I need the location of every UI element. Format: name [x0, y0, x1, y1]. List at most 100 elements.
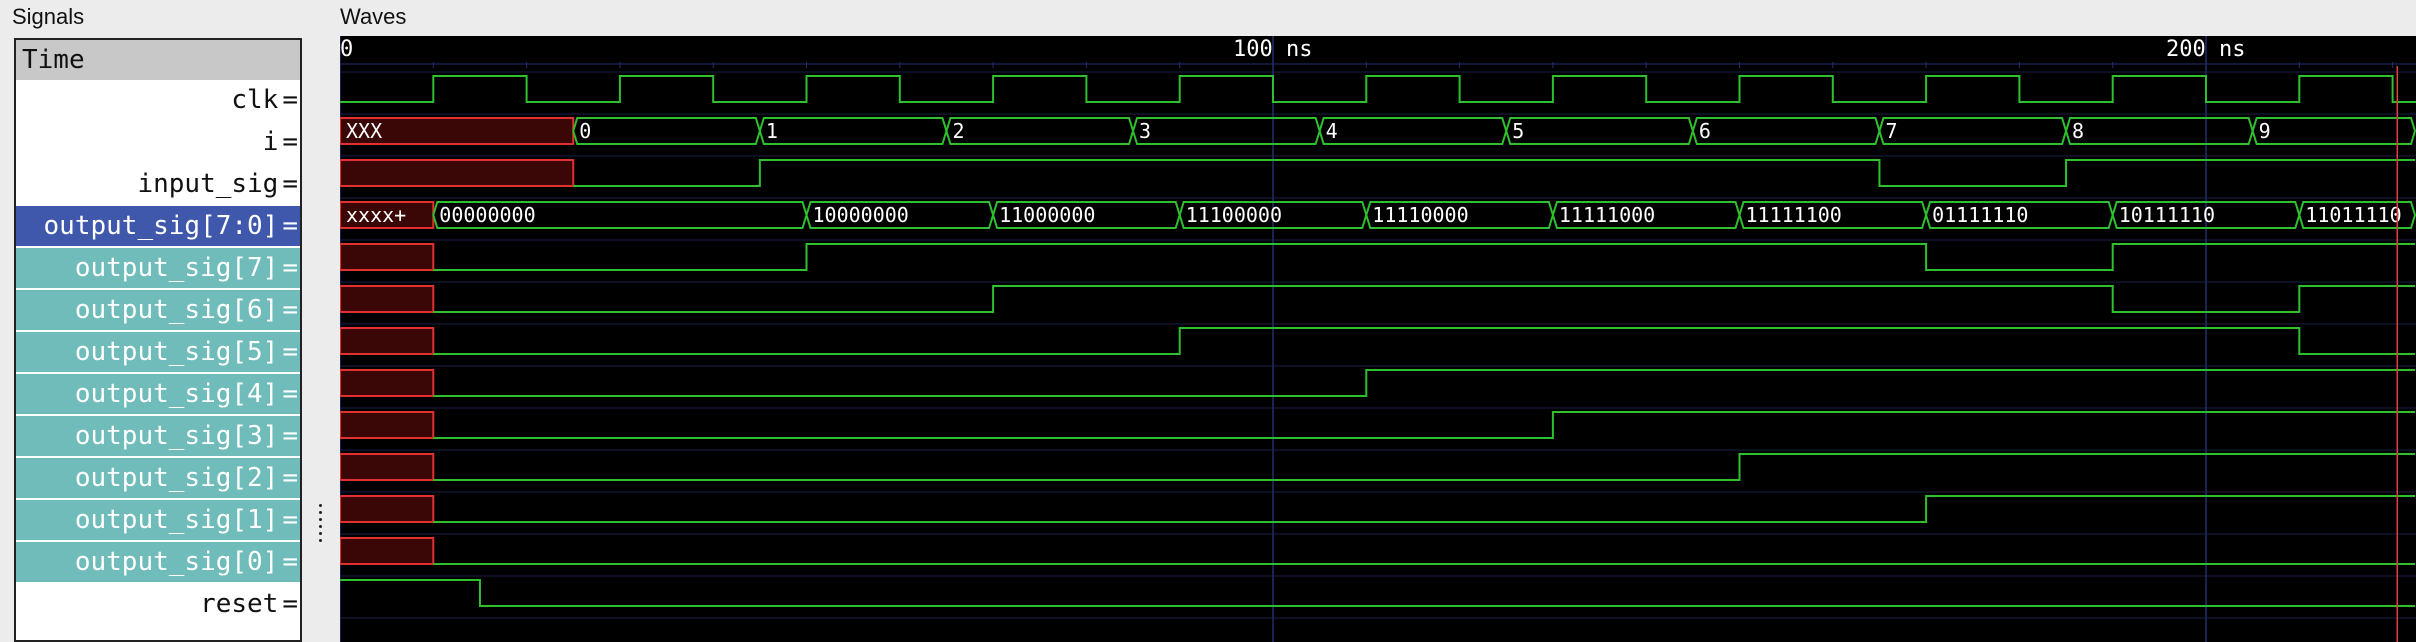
i-wave-segment — [1878, 117, 2068, 145]
signal-label: reset — [200, 589, 279, 619]
signal-label: clk — [231, 85, 279, 115]
signal-row-clk[interactable]: clk = — [16, 80, 300, 120]
i-wave-value-label: 5 — [1512, 119, 1524, 143]
i-wave-value-label: 3 — [1139, 119, 1151, 143]
unknown-value-block — [340, 285, 435, 313]
output-bus-wave-value-label: 10000000 — [813, 203, 909, 227]
equals-sign: = — [282, 463, 298, 493]
wave-svg: 0 100 ns 200 ns XXX 0 1 2 3 4 5 6 7 8 9 xxxx+ 00000000 1… — [340, 36, 2416, 642]
output-bus-wave-value-label: 11111100 — [1746, 203, 1842, 227]
equals-sign: = — [282, 505, 298, 535]
i-wave-segment — [758, 117, 948, 145]
output-bus-wave-value-label: 11111000 — [1559, 203, 1655, 227]
i-wave-segment — [1505, 117, 1694, 145]
signal-label: output_sig[4] — [74, 379, 279, 409]
unknown-value-block — [340, 495, 435, 523]
signal-label: input_sig — [137, 169, 279, 199]
signal-row-output-sig-1[interactable]: output_sig[1] = — [16, 500, 300, 540]
signal-row-output-sig-6[interactable]: output_sig[6] = — [16, 290, 300, 330]
time-tick-label: 200 ns — [2166, 37, 2245, 62]
equals-sign: = — [282, 211, 298, 241]
equals-sign: = — [282, 337, 298, 367]
equals-sign: = — [282, 85, 298, 115]
i-wave-segment — [572, 117, 761, 145]
unknown-value-block — [340, 159, 575, 187]
signal-label: output_sig[7:0] — [43, 211, 279, 241]
i-wave-value-label: 2 — [952, 119, 964, 143]
signal-row-output-sig-2[interactable]: output_sig[2] = — [16, 458, 300, 498]
equals-sign: = — [282, 379, 298, 409]
i-wave-segment — [1691, 117, 1881, 145]
i-wave-segment — [2251, 117, 2416, 145]
pane-splitter-handle[interactable] — [316, 500, 324, 580]
signal-label: output_sig[1] — [74, 505, 279, 535]
waves-pane-title: Waves — [340, 4, 407, 29]
reset-wave — [340, 579, 2415, 607]
time-tick-label: 100 ns — [1233, 37, 1312, 62]
output-bus-wave-value-label: 11110000 — [1372, 203, 1468, 227]
equals-sign: = — [282, 169, 298, 199]
gtkwave-window: Signals Waves Time clk = i = input_sig = ou… — [0, 0, 2416, 642]
output-bus-wave-value-label: xxxx+ — [346, 203, 406, 227]
i-wave-segment — [1318, 117, 1508, 145]
equals-sign: = — [282, 295, 298, 325]
equals-sign: = — [282, 421, 298, 451]
signal-label: output_sig[0] — [74, 547, 279, 577]
equals-sign: = — [282, 547, 298, 577]
i-wave-value-label: 6 — [1699, 119, 1711, 143]
signals-pane-title: Signals — [12, 4, 85, 29]
output-bus-wave-value-label: 11100000 — [1186, 203, 1282, 227]
unknown-value-block — [340, 411, 435, 439]
signal-row-output-sig-0[interactable]: output_sig[0] = — [16, 542, 300, 582]
output-sig-6-wave — [433, 285, 2415, 313]
i-wave-value-label: 7 — [1885, 119, 1897, 143]
output-sig-3-wave — [433, 411, 2415, 439]
i-wave-value-label: 0 — [579, 119, 591, 143]
equals-sign: = — [282, 127, 298, 157]
unknown-value-block — [340, 369, 435, 397]
output-bus-wave-value-label: 00000000 — [439, 203, 535, 227]
time-tick-label: 0 — [340, 37, 353, 62]
signal-row-output-sig-bus[interactable]: output_sig[7:0] = — [16, 206, 300, 246]
signal-label: output_sig[3] — [74, 421, 279, 451]
signal-label: output_sig[6] — [74, 295, 279, 325]
output-sig-1-wave — [433, 495, 2415, 523]
output-bus-wave-value-label: 10111110 — [2119, 203, 2215, 227]
equals-sign: = — [282, 589, 298, 619]
signal-row-input-sig[interactable]: input_sig = — [16, 164, 300, 204]
wave-viewer[interactable]: 0 100 ns 200 ns XXX 0 1 2 3 4 5 6 7 8 9 xxxx+ 00000000 1… — [340, 36, 2416, 642]
output-sig-4-wave — [433, 369, 2415, 397]
i-wave-value-label: 4 — [1326, 119, 1338, 143]
equals-sign: = — [282, 253, 298, 283]
i-wave-segment — [2065, 117, 2254, 145]
unknown-value-block — [340, 243, 435, 271]
i-wave-value-label: 9 — [2259, 119, 2271, 143]
i-wave-segment — [945, 117, 1135, 145]
time-header[interactable]: Time — [16, 40, 300, 80]
signal-row-output-sig-5[interactable]: output_sig[5] = — [16, 332, 300, 372]
i-wave-value-label: 8 — [2072, 119, 2084, 143]
unknown-value-block — [340, 453, 435, 481]
signal-row-output-sig-3[interactable]: output_sig[3] = — [16, 416, 300, 456]
signal-row-output-sig-4[interactable]: output_sig[4] = — [16, 374, 300, 414]
clk-wave — [340, 75, 2416, 103]
output-sig-7-wave — [433, 243, 2415, 271]
output-sig-5-wave — [433, 327, 2415, 355]
unknown-value-block — [340, 327, 435, 355]
signal-row-i[interactable]: i = — [16, 122, 300, 162]
output-sig-2-wave — [433, 453, 2415, 481]
signal-label: output_sig[7] — [74, 253, 279, 283]
signal-label: i — [262, 127, 279, 157]
signal-label: output_sig[2] — [74, 463, 279, 493]
signal-row-output-sig-7[interactable]: output_sig[7] = — [16, 248, 300, 288]
signals-list: Time clk = i = input_sig = output_sig[7:0] =… — [14, 38, 302, 642]
signal-row-reset[interactable]: reset = — [16, 584, 300, 624]
input-sig-wave — [573, 159, 2415, 187]
i-wave-segment — [1132, 117, 1321, 145]
signal-label: output_sig[5] — [74, 337, 279, 367]
i-wave-value-label: 1 — [766, 119, 778, 143]
output-bus-wave-value-label: 11011110 — [2305, 203, 2401, 227]
i-wave-value-label: XXX — [346, 119, 382, 143]
output-bus-wave-value-label: 11000000 — [999, 203, 1095, 227]
output-bus-wave-value-label: 01111110 — [1932, 203, 2028, 227]
